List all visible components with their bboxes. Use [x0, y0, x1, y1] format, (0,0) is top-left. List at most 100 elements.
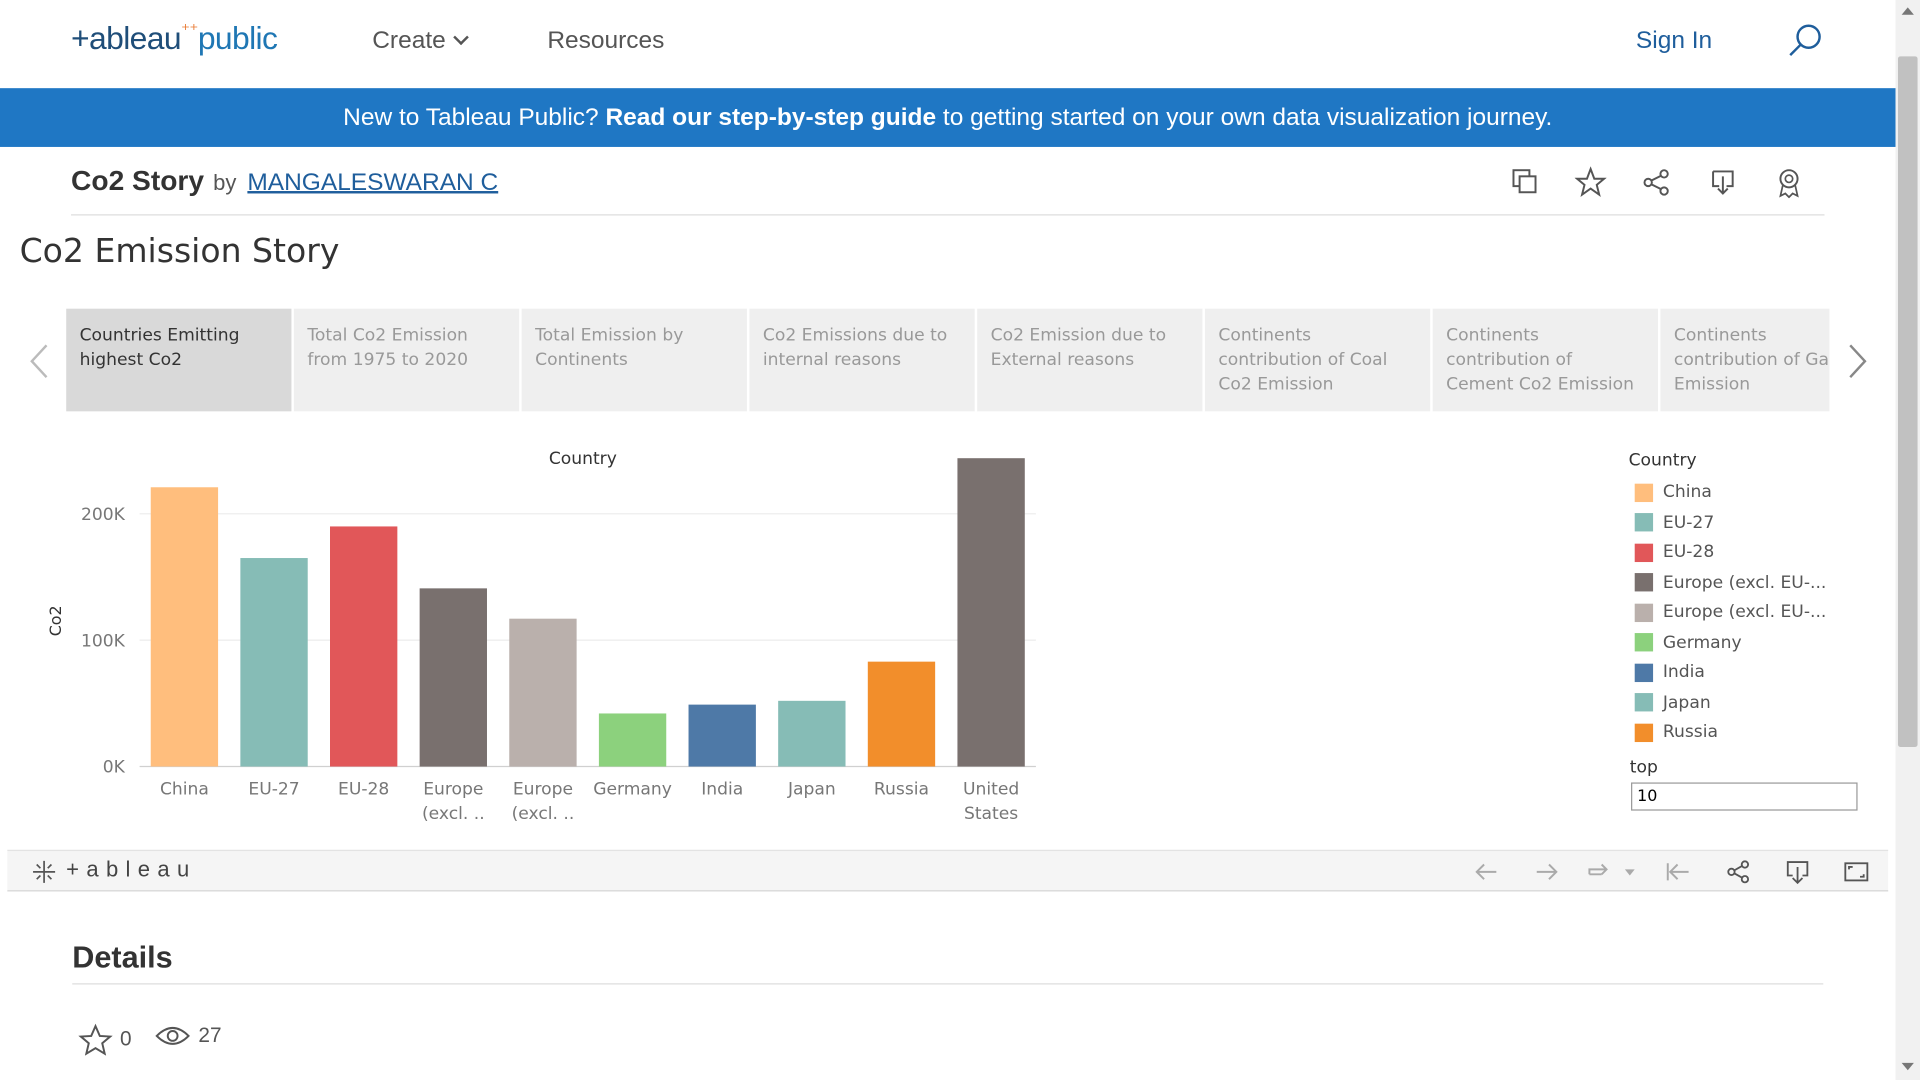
- x-tick-label: States: [964, 804, 1018, 824]
- story-point-4[interactable]: Co2 Emissions due to internal reasons: [749, 308, 975, 412]
- x-tick-label: EU-27: [248, 780, 299, 800]
- favorites-value: 0: [120, 1027, 132, 1051]
- story-point-8[interactable]: Continents contribution of Ga Co2 Emissi…: [1660, 308, 1830, 412]
- bar-eu-27: [240, 558, 308, 767]
- story-points: Countries Emitting highest Co2 Total Co2…: [66, 308, 1830, 412]
- scroll-down-arrow-icon[interactable]: [1901, 1062, 1914, 1071]
- legend-swatch: [1634, 723, 1654, 742]
- byline: by MANGALESWARAN C: [213, 169, 498, 197]
- legend-item[interactable]: Europe (excl. EU-...: [1629, 568, 1874, 598]
- tableau-mark-icon: [33, 860, 56, 883]
- step-by-step-guide-link[interactable]: Read our step-by-step guide: [605, 104, 936, 131]
- legend-swatch: [1634, 483, 1654, 502]
- chevron-down-icon[interactable]: [1621, 857, 1638, 886]
- bar-india: [688, 704, 756, 767]
- legend-item[interactable]: Europe (excl. EU-...: [1629, 598, 1874, 628]
- banner-prefix: New to Tableau Public?: [343, 104, 606, 132]
- story-point-6[interactable]: Continents contribution of Coal Co2 Emis…: [1204, 308, 1431, 412]
- redo-icon[interactable]: [1532, 857, 1561, 886]
- undo-icon[interactable]: [1472, 857, 1501, 886]
- legend-item[interactable]: EU-27: [1629, 508, 1874, 538]
- story-point-1[interactable]: Countries Emitting highest Co2: [66, 308, 292, 412]
- bar-europe-excl-: [419, 588, 487, 767]
- x-tick-label: Europe: [513, 780, 573, 800]
- sign-in-link[interactable]: Sign In: [1636, 27, 1712, 55]
- legend-item[interactable]: Japan: [1629, 688, 1874, 718]
- legend-item[interactable]: China: [1629, 478, 1874, 508]
- eye-icon: [155, 1026, 190, 1045]
- author-link[interactable]: MANGALESWARAN C: [247, 169, 498, 196]
- tableau-logo-text[interactable]: +ableau: [66, 857, 197, 883]
- viz-title: Co2 Story: [71, 164, 205, 196]
- logo-text-right: public: [197, 19, 278, 57]
- y-tick-label: 0K: [103, 758, 126, 778]
- x-tick-label: India: [701, 780, 743, 800]
- share-icon[interactable]: [1724, 857, 1753, 886]
- tableau-public-logo[interactable]: +ableau⁺⁺public: [71, 19, 278, 58]
- story-next-arrow-icon[interactable]: [1845, 343, 1869, 380]
- x-tick-label: Europe: [423, 780, 483, 800]
- legend-item[interactable]: Russia: [1629, 718, 1874, 748]
- country-legend: Country China EU-27 EU-28 Europe (excl. EU-…: [1629, 451, 1874, 748]
- award-badge-icon[interactable]: [1773, 167, 1805, 199]
- scroll-up-arrow-icon[interactable]: [1901, 7, 1914, 15]
- co2-bar-chart: Country Co2 0K 100K 200K China EU-27 EU-28 Europ…: [46, 449, 1036, 824]
- legend-swatch: [1634, 603, 1654, 622]
- fullscreen-icon[interactable]: [1842, 857, 1871, 886]
- share-icon[interactable]: [1641, 167, 1673, 199]
- download-icon[interactable]: [1783, 857, 1812, 886]
- download-icon[interactable]: [1707, 167, 1739, 199]
- nav-create-label: Create: [372, 26, 446, 54]
- favorites-count[interactable]: 0: [78, 1023, 132, 1056]
- bar-germany: [598, 713, 667, 767]
- legend-item[interactable]: EU-28: [1629, 538, 1874, 568]
- bar-russia: [867, 661, 936, 767]
- legend-label: Europe (excl. EU-...: [1662, 602, 1827, 623]
- x-tick-label: Japan: [787, 780, 836, 800]
- legend-label: China: [1662, 482, 1712, 503]
- views-value: 27: [198, 1023, 222, 1047]
- legend-label: India: [1662, 662, 1705, 683]
- legend-swatch: [1634, 693, 1654, 712]
- page-scrollbar[interactable]: [1895, 0, 1920, 1080]
- search-icon[interactable]: [1785, 22, 1824, 61]
- scrollbar-thumb[interactable]: [1897, 56, 1918, 747]
- y-axis-label: Co2: [46, 605, 65, 636]
- x-tick-label: (excl. ..: [512, 804, 575, 824]
- bar-china: [150, 487, 219, 767]
- x-tick-label: United: [963, 780, 1019, 800]
- logo-text-left: +ableau: [71, 19, 182, 57]
- story-point-3[interactable]: Total Emission by Continents: [521, 308, 747, 412]
- nav-resources[interactable]: Resources: [547, 27, 664, 55]
- story-title: Co2 Emission Story: [19, 232, 340, 271]
- favorite-star-icon[interactable]: [1574, 166, 1607, 199]
- story-point-2[interactable]: Total Co2 Emission from 1975 to 2020: [293, 308, 520, 412]
- copy-icon[interactable]: [1509, 167, 1541, 199]
- legend-swatch: [1634, 573, 1654, 592]
- bar-united-states: [957, 458, 1025, 767]
- legend-title: Country: [1628, 450, 1697, 471]
- revert-icon[interactable]: [1585, 857, 1614, 886]
- banner-suffix: to getting started on your own data visu…: [936, 104, 1553, 132]
- story-prev-arrow-icon[interactable]: [27, 343, 51, 380]
- legend-swatch: [1634, 663, 1654, 682]
- bar-eu-28: [330, 526, 398, 767]
- legend-label: EU-28: [1662, 542, 1715, 563]
- top-filter-input[interactable]: [1631, 782, 1858, 811]
- story-point-7[interactable]: Continents contribution of Cement Co2 Em…: [1432, 308, 1658, 412]
- legend-item[interactable]: India: [1629, 658, 1874, 688]
- legend-swatch: [1634, 513, 1654, 532]
- story-point-5[interactable]: Co2 Emission due to External reasons: [977, 308, 1203, 412]
- x-tick-label: China: [160, 780, 209, 800]
- reset-to-start-icon[interactable]: [1663, 857, 1692, 886]
- legend-swatch: [1634, 543, 1654, 562]
- nav-create[interactable]: Create: [372, 26, 469, 55]
- x-tick-label: (excl. ..: [422, 804, 485, 824]
- top-filter-label: top: [1629, 757, 1658, 778]
- bar-europe-excl-: [509, 618, 577, 767]
- legend-label: Russia: [1662, 722, 1719, 743]
- legend-label: EU-27: [1662, 512, 1715, 533]
- y-tick-label: 200K: [81, 505, 126, 525]
- legend-item[interactable]: Germany: [1629, 628, 1874, 658]
- details-divider: [72, 983, 1824, 985]
